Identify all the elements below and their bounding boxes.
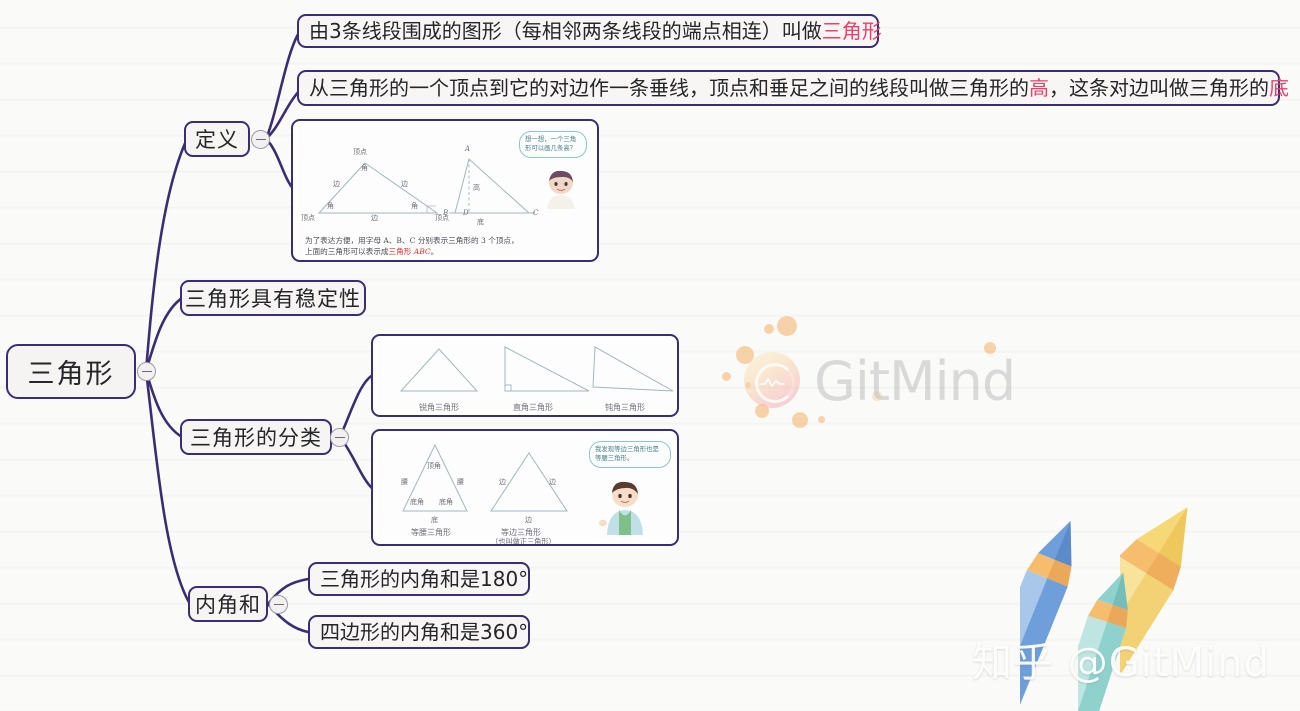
figure-child-illustration — [547, 170, 575, 209]
side-classification-child-illustration — [599, 481, 643, 535]
figure-label-angle-bottom-left: 角 — [327, 202, 334, 210]
label-equilateral-side-bottom: 边 — [525, 516, 532, 524]
interior-angle-sum-collapse-toggle[interactable] — [269, 595, 288, 614]
leaf-node-height-base-definition[interactable]: 从三角形的一个顶点到它的对边作一条垂线，顶点和垂足之间的线段叫做三角形的高，这条… — [297, 70, 1289, 106]
mindmap-canvas[interactable]: GitMind 知乎 @GitMind 三角形 定义 由3条线段围成的图形（每相… — [0, 0, 1300, 711]
label-isosceles-base: 底 — [431, 516, 438, 524]
label-equilateral-side-left: 边 — [499, 478, 506, 486]
label-right-triangle: 直角三角形 — [513, 403, 553, 412]
branch-node-definition[interactable]: 定义 — [184, 121, 250, 157]
decor-dot — [764, 324, 774, 334]
angle-classification-sheet: 锐角三角形 直角三角形 钝角三角形 — [377, 340, 674, 412]
figure-label-angle-bottom-right: 角 — [411, 202, 418, 210]
label-leg-right: 腰 — [457, 478, 464, 486]
figure-label-side-right: 边 — [401, 180, 408, 188]
angle-classification-svg — [399, 346, 674, 392]
figure-caption-line1: 为了表达方便，用字母 A、B、C 分别表示三角形的 3 个顶点， — [305, 236, 519, 245]
gitmind-logo-icon — [744, 352, 800, 408]
leaf-node-height-base-definition-text: 从三角形的一个顶点到它的对边作一条垂线，顶点和垂足之间的线段叫做三角形的高，这条… — [309, 76, 1289, 100]
leaf-node-quadrilateral-angle-sum[interactable]: 四边形的内角和是360° — [308, 615, 530, 649]
decor-dot — [818, 416, 825, 423]
decor-dot — [722, 372, 731, 381]
figure-caption: 为了表达方便，用字母 A、B、C 分别表示三角形的 3 个顶点， 上面的三角形可… — [305, 235, 593, 258]
label-isosceles-triangle: 等腰三角形 — [411, 528, 451, 537]
branch-node-classification-label: 三角形的分类 — [190, 426, 322, 450]
label-leg-left: 腰 — [401, 478, 408, 486]
figure-label-side-left: 边 — [333, 180, 340, 188]
definition-collapse-toggle[interactable] — [251, 130, 270, 149]
leaf-node-triangle-definition[interactable]: 由3条线段围成的图形（每相邻两条线段的端点相连）叫做三角形 — [297, 14, 882, 48]
figure-label-vertex-bottom-left: 顶点 — [301, 214, 315, 222]
label-acute-triangle: 锐角三角形 — [419, 403, 459, 412]
figure-label-point-c: C — [533, 209, 539, 217]
side-classification-sheet: 顶角 腰 腰 底角 底角 底 边 边 边 等腰三角形 等边三角形 （也叫做正三角… — [377, 435, 673, 544]
figure-label-height: 高 — [473, 184, 480, 192]
root-node-label: 三角形 — [27, 359, 115, 390]
label-equilateral-side-right: 边 — [549, 478, 556, 486]
label-obtuse-triangle: 钝角三角形 — [605, 403, 645, 412]
side-classification-speech-bubble: 我发现等边三角形也是等腰三角形。 — [589, 441, 671, 468]
leaf-node-triangle-angle-sum[interactable]: 三角形的内角和是180° — [308, 562, 530, 596]
figure-label-vertex-top: 顶点 — [353, 148, 367, 156]
root-node-triangle[interactable]: 三角形 — [6, 344, 136, 399]
leaf-node-triangle-definition-text: 由3条线段围成的图形（每相邻两条线段的端点相连）叫做三角形 — [309, 19, 882, 43]
figure-caption-line2-red: 三角形 — [388, 247, 412, 257]
branch-node-classification[interactable]: 三角形的分类 — [180, 419, 332, 455]
decor-dot — [792, 412, 808, 428]
branch-node-interior-angle-sum-label: 内角和 — [195, 593, 261, 617]
label-base-angle-right: 底角 — [439, 498, 453, 506]
leaf-node-triangle-angle-sum-text: 三角形的内角和是180° — [320, 567, 529, 591]
figure-caption-line2-abc: ABC — [411, 247, 431, 257]
label-vertex-angle: 顶角 — [427, 462, 441, 470]
gitmind-watermark: GitMind — [722, 316, 1022, 440]
branch-node-definition-label: 定义 — [195, 128, 239, 152]
branch-node-interior-angle-sum[interactable]: 内角和 — [188, 586, 268, 622]
label-base-angle-left: 底角 — [410, 498, 424, 506]
figure-label-point-b: B — [443, 209, 449, 217]
image-node-angle-classification[interactable]: 锐角三角形 直角三角形 钝角三角形 — [371, 334, 679, 417]
figure-label-point-a: A — [465, 145, 471, 153]
branch-node-stability-label: 三角形具有稳定性 — [185, 287, 361, 311]
root-collapse-toggle[interactable] — [137, 362, 156, 381]
figure-label-side-bottom: 边 — [371, 214, 378, 222]
branch-node-stability[interactable]: 三角形具有稳定性 — [180, 280, 366, 316]
textbook-figure-sheet: 顶点 顶点 顶点 角 边 边 角 角 边 A B C D 高 底 想一想，一个三… — [297, 125, 593, 256]
decor-dot — [777, 316, 797, 336]
image-node-triangle-vertex-height[interactable]: 顶点 顶点 顶点 角 边 边 角 角 边 A B C D 高 底 想一想，一个三… — [291, 119, 599, 262]
figure-label-angle-top: 角 — [361, 164, 368, 172]
gitmind-wave-icon — [759, 378, 785, 387]
figure-label-point-d: D — [463, 209, 469, 217]
figure-label-base: 底 — [477, 218, 484, 226]
gitmind-brand-text: GitMind — [814, 350, 1016, 413]
classification-collapse-toggle[interactable] — [330, 428, 349, 447]
figure-caption-line2-end: 。 — [430, 247, 439, 257]
leaf-node-quadrilateral-angle-sum-text: 四边形的内角和是360° — [320, 620, 529, 644]
figure-speech-bubble: 想一想，一个三角形可以画几条高？ — [519, 131, 587, 158]
label-equilateral-triangle-note: （也叫做正三角形） — [491, 537, 556, 546]
zhihu-watermark-text: 知乎 @GitMind — [972, 640, 1270, 686]
image-node-side-classification[interactable]: 顶角 腰 腰 底角 底角 底 边 边 边 等腰三角形 等边三角形 （也叫做正三角… — [371, 429, 679, 546]
figure-caption-line2-pre: 上面的三角形可以表示成 — [305, 247, 389, 257]
